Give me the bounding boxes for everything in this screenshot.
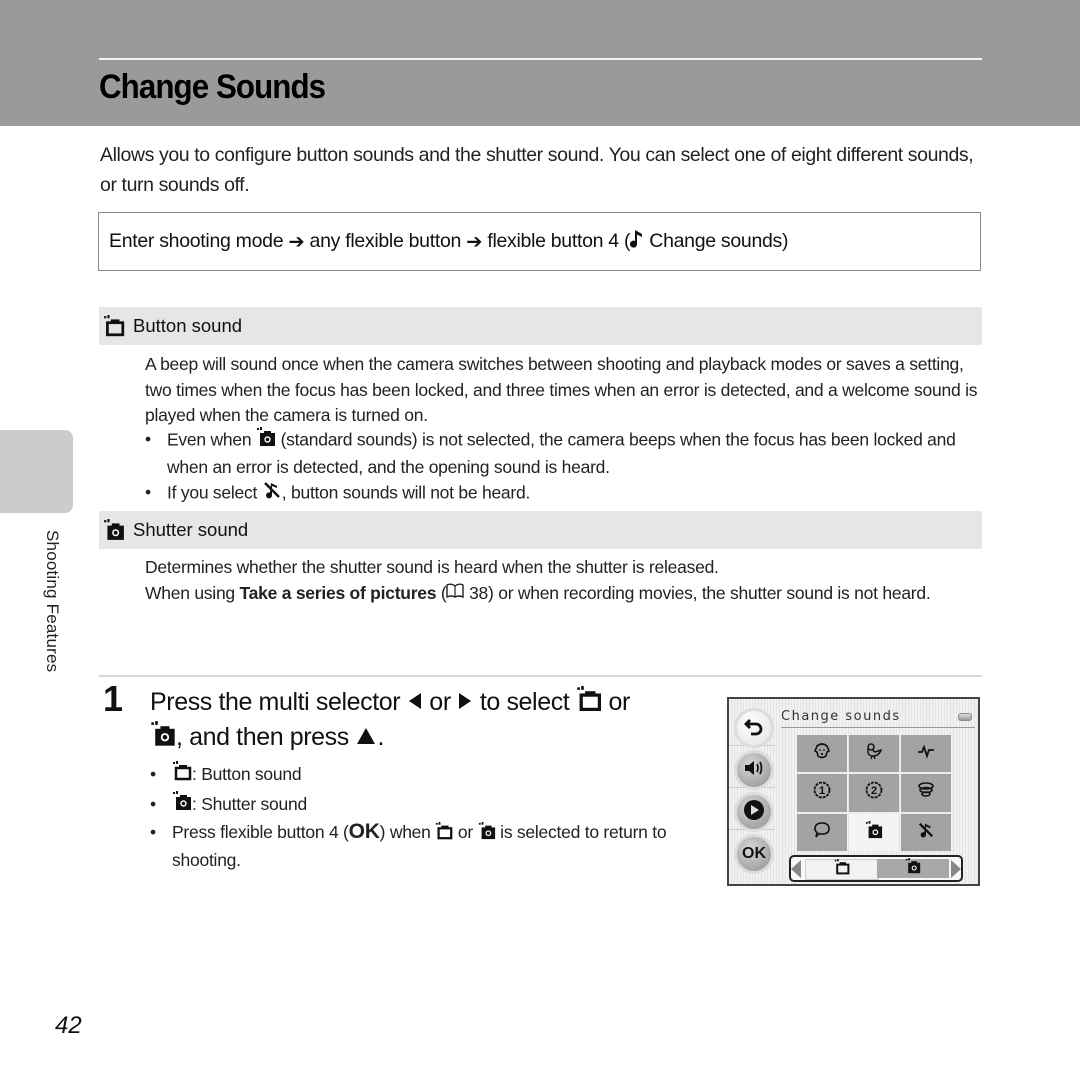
intro-paragraph: Allows you to configure button sounds an…: [100, 144, 974, 196]
button-sound-icon: [103, 315, 125, 337]
menu-path-box: Enter shooting mode ➔ any flexible butto…: [98, 212, 981, 271]
sound-option-pulse[interactable]: [901, 735, 951, 773]
button-sound-icon: [435, 821, 453, 847]
shutter-sound-description: Determines whether the shutter sound is …: [145, 555, 980, 607]
music-note-icon: [630, 229, 644, 255]
pulse-icon: [917, 744, 935, 763]
svg-text:1: 1: [819, 785, 825, 797]
camera-title-divider: [781, 727, 975, 728]
playback-button[interactable]: [737, 795, 771, 829]
ok-label: OK: [742, 845, 766, 862]
side-strip-divider: [729, 787, 775, 788]
step-divider: [99, 675, 982, 677]
sound-off-icon: [917, 821, 935, 844]
ok-button[interactable]: OK: [737, 837, 771, 871]
section-heading-label: Button sound: [133, 315, 243, 336]
left-arrow-icon: [407, 687, 423, 720]
svg-text:2: 2: [871, 785, 877, 797]
list-item: Press flexible button 4 (OK) when or is …: [150, 819, 710, 872]
shutter-sound-icon: [478, 821, 496, 847]
coil-icon: [917, 781, 935, 804]
page-number: 42: [55, 1012, 82, 1039]
right-arrow-icon: [457, 687, 473, 720]
back-button[interactable]: [737, 711, 771, 745]
sound-type-selector[interactable]: [789, 855, 963, 882]
sound-option-1[interactable]: 1: [797, 774, 847, 812]
sound-options-grid: 1 2: [797, 735, 951, 851]
back-icon: [744, 716, 764, 741]
dog-icon: [813, 742, 831, 765]
step-instruction: Press the multi selector or to select or…: [150, 686, 710, 756]
number-2-icon: 2: [865, 781, 883, 804]
selector-option-button-sound[interactable]: [805, 859, 879, 880]
step-number: 1: [103, 678, 124, 719]
list-item: If you select , button sounds will not b…: [145, 480, 980, 508]
sound-option-off[interactable]: [901, 813, 951, 851]
volume-button[interactable]: [737, 753, 771, 787]
selector-option-shutter-sound[interactable]: [877, 859, 949, 878]
list-item: Even when (standard sounds) is not selec…: [145, 427, 980, 480]
standard-shutter-sound-icon: [865, 821, 883, 844]
path-step-3-label: Change sounds): [649, 230, 789, 252]
button-sound-icon: [172, 761, 192, 790]
side-strip-divider: [729, 829, 775, 830]
page-reference[interactable]: 38): [464, 583, 494, 603]
play-icon: [743, 799, 765, 826]
camera-screen-title: Change sounds: [781, 709, 901, 724]
sound-option-speech[interactable]: [797, 813, 847, 851]
shutter-sound-icon: [150, 721, 176, 756]
up-arrow-icon: [355, 722, 377, 755]
section-heading-label: Shutter sound: [133, 519, 249, 540]
sound-off-icon: [262, 480, 282, 508]
sound-option-coil[interactable]: [901, 774, 951, 812]
list-item: : Shutter sound: [150, 790, 710, 820]
button-sound-description: A beep will sound once when the camera s…: [145, 354, 978, 425]
number-1-icon: 1: [813, 781, 831, 804]
path-step-1: Enter shooting mode: [109, 230, 284, 252]
section-heading-button-sound: Button sound: [99, 307, 982, 345]
speaker-icon: [743, 759, 765, 782]
path-step-3: flexible button 4 (: [487, 230, 631, 252]
button-sound-icon: [834, 859, 850, 880]
standard-shutter-sound-icon: [256, 427, 276, 455]
shutter-sound-icon: [172, 791, 192, 820]
battery-icon: [958, 713, 972, 721]
selector-right-arrow-icon[interactable]: [951, 860, 961, 878]
selector-left-arrow-icon[interactable]: [791, 860, 801, 878]
chapter-label: Shooting Features: [43, 530, 62, 673]
bird-icon: [865, 742, 883, 765]
shutter-sound-icon: [103, 519, 125, 541]
arrow-right-icon: ➔: [466, 230, 483, 253]
arrow-right-icon: ➔: [288, 230, 305, 253]
speech-bubble-icon: [813, 821, 831, 844]
side-strip-divider: [729, 745, 775, 746]
header-band: [0, 0, 1080, 126]
shutter-sound-icon: [905, 858, 921, 879]
section-heading-shutter-sound: Shutter sound: [99, 511, 982, 549]
button-sound-icon: [576, 686, 602, 721]
list-item: : Button sound: [150, 760, 710, 790]
path-step-2: any flexible button: [309, 230, 462, 252]
sound-option-bird[interactable]: [849, 735, 899, 773]
page-title: Change Sounds: [99, 68, 326, 106]
sound-option-dog[interactable]: [797, 735, 847, 773]
chapter-tab: [0, 430, 73, 513]
sound-option-standard[interactable]: [849, 813, 899, 851]
step-notes: : Button sound : Shutter sound Press fle…: [150, 760, 710, 873]
feature-name: Take a series of pictures: [239, 582, 437, 603]
ok-button-glyph: OK: [348, 820, 380, 844]
header-divider: [99, 58, 982, 60]
button-sound-notes: Even when (standard sounds) is not selec…: [145, 427, 980, 508]
sound-option-2[interactable]: 2: [849, 774, 899, 812]
book-icon: [446, 581, 465, 607]
camera-screen-illustration: Change sounds OK 1 2: [727, 697, 980, 886]
